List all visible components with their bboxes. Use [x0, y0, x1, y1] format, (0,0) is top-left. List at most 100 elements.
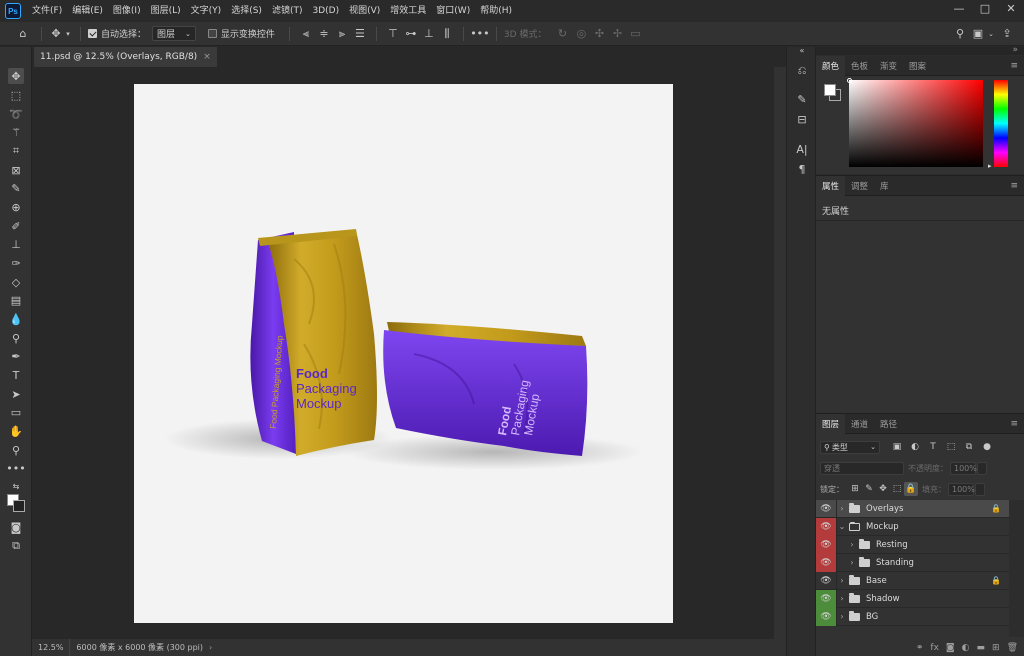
menu-select[interactable]: 选择(S) — [226, 0, 267, 22]
filter-adjustment-icon[interactable]: ◐ — [908, 440, 922, 454]
maximize-button[interactable]: □ — [972, 0, 998, 16]
canvas-area[interactable]: Food Packaging Mockup Food Packaging Moc… — [32, 67, 774, 639]
tab-gradients[interactable]: 渐变 — [874, 56, 903, 76]
drag-3d-icon[interactable]: ✣ — [590, 27, 608, 40]
filter-pixel-icon[interactable]: ▣ — [890, 440, 904, 454]
stamp-tool-icon[interactable]: ⊥ — [8, 236, 24, 252]
tab-layers[interactable]: 图层 — [816, 413, 846, 434]
align-center-icon[interactable]: ≑ — [315, 27, 333, 40]
layer-row-base[interactable]: 👁 › Base 🔒 — [816, 571, 1009, 590]
status-menu-arrow-icon[interactable]: › — [209, 643, 212, 652]
color-picker-cursor[interactable] — [847, 78, 852, 83]
align-left-icon[interactable]: ⫷ — [297, 27, 315, 41]
lock-position-icon[interactable]: ✥ — [876, 482, 890, 496]
brush-settings-icon[interactable]: ✎ — [794, 91, 810, 107]
opacity-slider-toggle[interactable] — [977, 462, 987, 475]
trash-icon[interactable]: 🗑 — [1007, 643, 1018, 653]
layer-row-mockup[interactable]: 👁 ⌄ Mockup — [816, 517, 1009, 536]
hue-slider[interactable] — [994, 80, 1008, 167]
lock-all-icon[interactable]: 🔒 — [904, 482, 918, 496]
chevron-down-icon[interactable]: ⌄ — [837, 522, 847, 531]
auto-select-checkbox[interactable] — [88, 29, 97, 38]
lock-artboard-icon[interactable]: ⬚ — [890, 482, 904, 496]
menu-type[interactable]: 文字(Y) — [186, 0, 227, 22]
menu-plugins[interactable]: 增效工具 — [385, 0, 431, 22]
chevron-down-icon[interactable]: ⌄ — [986, 30, 996, 38]
layer-filter-dropdown[interactable]: ⚲ 类型 ⌄ — [820, 440, 880, 454]
chevron-right-icon[interactable]: › — [847, 558, 857, 567]
panel-menu-icon[interactable]: ≡ — [1010, 182, 1018, 191]
lock-image-icon[interactable]: ✎ — [862, 482, 876, 496]
crop-tool-icon[interactable]: ⌗ — [8, 143, 24, 159]
fill-slider-toggle[interactable] — [975, 482, 985, 496]
layer-row-standing[interactable]: 👁 › Standing — [816, 553, 1009, 572]
path-selection-tool-icon[interactable]: ➤ — [8, 386, 24, 402]
fx-icon[interactable]: fx — [930, 643, 939, 653]
default-colors-icon[interactable]: ⇆ — [8, 478, 24, 494]
menu-3d[interactable]: 3D(D) — [307, 0, 344, 22]
align-right-icon[interactable]: ⫸ — [333, 27, 351, 41]
slide-3d-icon[interactable]: ✢ — [608, 27, 626, 40]
gradient-tool-icon[interactable]: ▤ — [8, 292, 24, 308]
screen-mode-icon[interactable]: ⧉ — [8, 538, 24, 554]
minimize-button[interactable]: — — [946, 0, 972, 16]
tab-properties[interactable]: 属性 — [816, 175, 846, 196]
menu-help[interactable]: 帮助(H) — [475, 0, 517, 22]
menu-image[interactable]: 图像(I) — [108, 0, 146, 22]
menu-edit[interactable]: 编辑(E) — [67, 0, 108, 22]
history-panel-icon[interactable]: ⎌ — [794, 63, 810, 79]
menu-window[interactable]: 窗口(W) — [431, 0, 475, 22]
panel-menu-icon[interactable]: ≡ — [1010, 420, 1018, 429]
chevron-right-icon[interactable]: › — [837, 576, 847, 585]
marquee-tool-icon[interactable]: ⬚ — [8, 87, 24, 103]
visibility-eye-icon[interactable]: 👁 — [816, 607, 837, 626]
tool-preset-chevron-icon[interactable]: ▾ — [63, 30, 73, 38]
layer-row-bg[interactable]: 👁 › BG — [816, 607, 1009, 626]
visibility-eye-icon[interactable]: 👁 — [816, 571, 837, 590]
canvas-vertical-scrollbar[interactable] — [774, 67, 786, 639]
search-icon[interactable]: ⚲ — [950, 27, 970, 40]
type-tool-icon[interactable]: T — [8, 367, 24, 383]
fill-input[interactable]: 100% — [948, 482, 975, 496]
blend-mode-dropdown[interactable]: 穿透 — [820, 462, 904, 475]
rectangle-tool-icon[interactable]: ▭ — [8, 404, 24, 420]
brush-tool-icon[interactable]: ✐ — [8, 218, 24, 234]
orbit-3d-icon[interactable]: ↻ — [552, 27, 572, 40]
move-tool-icon[interactable]: ✥ — [49, 27, 63, 40]
add-mask-icon[interactable]: ◙ — [946, 643, 955, 653]
filter-toggle-icon[interactable]: ● — [980, 440, 994, 454]
auto-select-dropdown[interactable]: 图层 ⌄ — [152, 26, 196, 41]
move-tool-icon[interactable]: ✥ — [8, 68, 24, 84]
chevron-right-icon[interactable]: › — [837, 612, 847, 621]
menu-view[interactable]: 视图(V) — [344, 0, 385, 22]
filter-type-icon[interactable]: T — [926, 440, 940, 454]
collapse-panels-icon[interactable]: » — [1012, 45, 1018, 55]
frame-tool-icon[interactable]: ⊠ — [8, 162, 24, 178]
tab-patterns[interactable]: 图案 — [903, 56, 932, 76]
home-icon[interactable]: ⌂ — [12, 27, 34, 40]
zoom-level[interactable]: 12.5% — [32, 639, 71, 656]
collapse-strip-icon[interactable]: « — [794, 45, 810, 55]
new-layer-icon[interactable]: ⊞ — [992, 643, 1000, 653]
visibility-eye-icon[interactable]: 👁 — [816, 499, 837, 518]
panel-collapse-bar[interactable]: » — [816, 45, 1024, 55]
blur-tool-icon[interactable]: 💧 — [8, 311, 24, 327]
visibility-eye-icon[interactable]: 👁 — [816, 535, 837, 554]
close-tab-icon[interactable]: × — [203, 52, 211, 62]
layer-row-resting[interactable]: 👁 › Resting — [816, 535, 1009, 554]
show-transform-checkbox[interactable] — [207, 29, 217, 38]
link-layers-icon[interactable]: ⚭ — [916, 643, 924, 653]
chevron-right-icon[interactable]: › — [837, 594, 847, 603]
eyedropper-tool-icon[interactable]: ✎ — [8, 180, 24, 196]
layer-row-shadow[interactable]: 👁 › Shadow — [816, 589, 1009, 608]
layers-scrollbar[interactable] — [1009, 500, 1024, 637]
dodge-tool-icon[interactable]: ⚲ — [8, 330, 24, 346]
layer-row-overlays[interactable]: 👁 › Overlays 🔒 — [816, 499, 1009, 518]
menu-layer[interactable]: 图层(L) — [146, 0, 186, 22]
opacity-input[interactable]: 100% — [950, 462, 977, 475]
align-middle-icon[interactable]: ⊶ — [402, 27, 420, 40]
eraser-tool-icon[interactable]: ◇ — [8, 274, 24, 290]
new-group-icon[interactable]: ▬ — [977, 643, 986, 653]
chevron-right-icon[interactable]: › — [837, 504, 847, 513]
healing-brush-tool-icon[interactable]: ⊕ — [8, 199, 24, 215]
